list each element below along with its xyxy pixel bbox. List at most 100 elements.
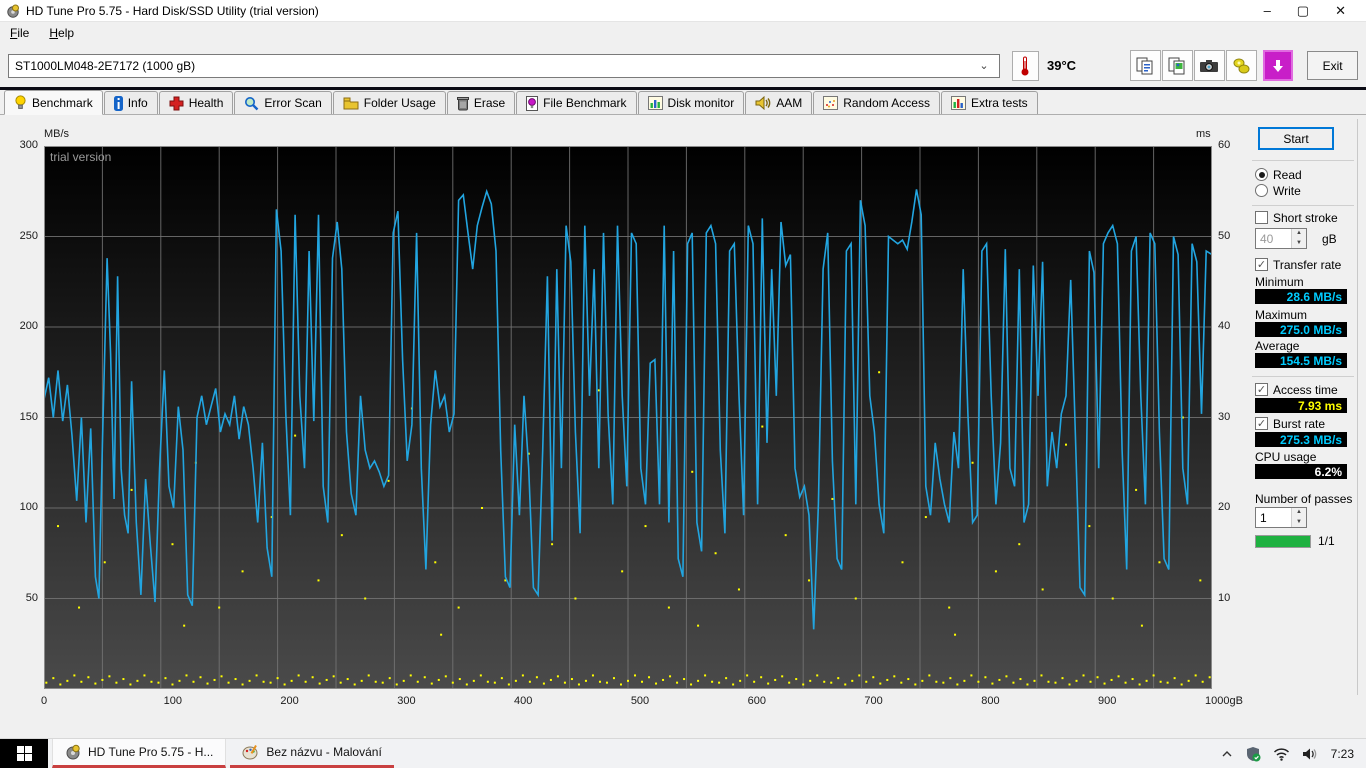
ms-tick-label: 50 <box>1218 229 1231 242</box>
start-menu-button[interactable] <box>0 739 48 768</box>
copy-image-button[interactable] <box>1161 50 1193 81</box>
x-tick-label: 700 <box>864 695 883 707</box>
menu-help[interactable]: Help <box>39 24 84 42</box>
tab-bar: Benchmark Info Health Error Scan Folder Usag… <box>0 90 1366 115</box>
tray-chevron-icon[interactable] <box>1221 749 1233 759</box>
tab-disk-monitor[interactable]: Disk monitor <box>637 91 745 114</box>
radio-selected-icon <box>1255 168 1268 181</box>
ms-tick-label: 60 <box>1218 139 1231 151</box>
taskbar: HD Tune Pro 5.75 - H... Bez názvu - Malov… <box>0 738 1366 768</box>
tab-label: Benchmark <box>32 95 93 110</box>
tab-label: Random Access <box>843 96 930 110</box>
tab-label: Health <box>188 96 224 110</box>
tab-label: File Benchmark <box>543 96 627 110</box>
minimum-value: 28.6 MB/s <box>1255 289 1347 304</box>
passes-spinner[interactable]: 1 ▲ ▼ <box>1255 507 1307 528</box>
y-tick-label: 100 <box>19 501 38 513</box>
x-tick-label: 300 <box>397 695 416 707</box>
tab-folder-usage[interactable]: Folder Usage <box>332 91 446 114</box>
trial-version-watermark: trial version <box>50 150 111 164</box>
ms-tick-label: 40 <box>1218 320 1231 332</box>
short-stroke-value: 40 <box>1260 232 1274 246</box>
tab-label: Disk monitor <box>667 96 735 110</box>
benchmark-page: MB/s ms 300 250 200 150 100 50 60 50 40 30 20 10 0 100 2… <box>0 115 1366 741</box>
write-radio[interactable]: Write <box>1255 183 1301 198</box>
start-button[interactable]: Start <box>1258 127 1334 150</box>
hdtune-icon <box>65 744 81 760</box>
y-tick-label: 200 <box>19 320 38 332</box>
ms-tick-label: 30 <box>1218 410 1231 423</box>
speaker-icon[interactable] <box>1302 747 1319 761</box>
radio-unselected-icon <box>1255 184 1268 197</box>
tab-error-scan[interactable]: Error Scan <box>234 91 332 114</box>
checkbox-checked-icon: ✓ <box>1255 383 1268 396</box>
drive-select[interactable]: ST1000LM048-2E7172 (1000 gB) ⌄ <box>8 53 1000 78</box>
tab-health[interactable]: Health <box>158 91 234 114</box>
wifi-icon[interactable] <box>1273 747 1290 761</box>
write-radio-label: Write <box>1273 183 1301 198</box>
window-title: HD Tune Pro 5.75 - Hard Disk/SSD Utility… <box>26 3 319 18</box>
spinner-arrows-icon[interactable]: ▲ ▼ <box>1291 508 1306 527</box>
short-stroke-checkbox[interactable]: Short stroke <box>1255 210 1338 225</box>
passes-label: Number of passes <box>1255 492 1353 506</box>
x-tick-label: 0 <box>41 695 48 707</box>
toolbar: ST1000LM048-2E7172 (1000 gB) ⌄ 39°C Exit <box>0 44 1366 87</box>
spinner-arrows-icon[interactable]: ▲ ▼ <box>1291 229 1306 248</box>
tab-label: Erase <box>473 96 506 110</box>
disk-monitor-icon <box>647 96 663 110</box>
titlebar: HD Tune Pro 5.75 - Hard Disk/SSD Utility… <box>0 0 1366 22</box>
exit-button[interactable]: Exit <box>1307 51 1358 80</box>
taskbar-item-hdtune[interactable]: HD Tune Pro 5.75 - H... <box>52 739 227 768</box>
taskbar-item-label: HD Tune Pro 5.75 - H... <box>88 745 214 759</box>
y-tick-label: 150 <box>19 410 38 423</box>
minimize-button[interactable]: – <box>1264 3 1271 19</box>
tab-file-benchmark[interactable]: File Benchmark <box>516 91 637 114</box>
tab-info[interactable]: Info <box>103 91 158 114</box>
tab-random-access[interactable]: Random Access <box>813 91 940 114</box>
benchmark-chart: trial version <box>44 146 1212 689</box>
aam-icon <box>755 96 771 110</box>
benchmark-icon <box>14 95 27 110</box>
x-tick-label: 1000gB <box>1205 695 1243 707</box>
menubar: File Help <box>0 22 1366 44</box>
random-access-icon <box>823 96 839 110</box>
error-scan-icon <box>244 96 259 111</box>
tab-aam[interactable]: AAM <box>745 91 813 114</box>
ms-tick-label: 10 <box>1218 591 1231 604</box>
y-tick-label: 250 <box>19 229 38 242</box>
thermometer-icon <box>1020 55 1030 77</box>
burst-rate-label: Burst rate <box>1273 416 1326 431</box>
tab-extra-tests[interactable]: Extra tests <box>940 91 1038 114</box>
screenshot-button[interactable] <box>1193 50 1225 81</box>
tab-benchmark[interactable]: Benchmark <box>4 90 103 115</box>
access-time-checkbox[interactable]: ✓ Access time <box>1255 382 1338 397</box>
minimum-label: Minimum <box>1255 275 1304 289</box>
taskbar-item-paint[interactable]: Bez názvu - Malování <box>230 739 394 768</box>
copy-text-icon <box>1135 56 1155 76</box>
burst-rate-checkbox[interactable]: ✓ Burst rate <box>1255 416 1325 431</box>
cpu-usage-label: CPU usage <box>1255 450 1317 464</box>
temperature-button[interactable] <box>1011 50 1039 81</box>
read-radio[interactable]: Read <box>1255 167 1302 182</box>
ms-tick-label: 20 <box>1218 501 1231 513</box>
cpu-usage-value: 6.2% <box>1255 464 1347 479</box>
y-tick-label: 300 <box>19 139 38 151</box>
options-button[interactable] <box>1225 50 1257 81</box>
tab-erase[interactable]: Erase <box>446 91 516 114</box>
maximum-value: 275.0 MB/s <box>1255 322 1347 337</box>
divider <box>1252 160 1354 161</box>
chevron-down-icon: ⌄ <box>979 60 989 72</box>
x-tick-label: 400 <box>514 695 533 707</box>
menu-file[interactable]: File <box>0 24 39 42</box>
copy-text-button[interactable] <box>1129 50 1161 81</box>
maximize-button[interactable]: ▢ <box>1297 3 1309 19</box>
clock[interactable]: 7:23 <box>1331 747 1354 761</box>
short-stroke-spinner[interactable]: 40 ▲ ▼ <box>1255 228 1307 249</box>
exit-button-label: Exit <box>1322 58 1343 73</box>
close-button[interactable]: ✕ <box>1335 3 1346 19</box>
folder-usage-icon <box>343 97 359 110</box>
update-button[interactable] <box>1262 50 1294 81</box>
defender-shield-icon[interactable] <box>1245 746 1261 762</box>
transfer-rate-checkbox[interactable]: ✓ Transfer rate <box>1255 257 1341 272</box>
paint-icon <box>242 744 259 760</box>
